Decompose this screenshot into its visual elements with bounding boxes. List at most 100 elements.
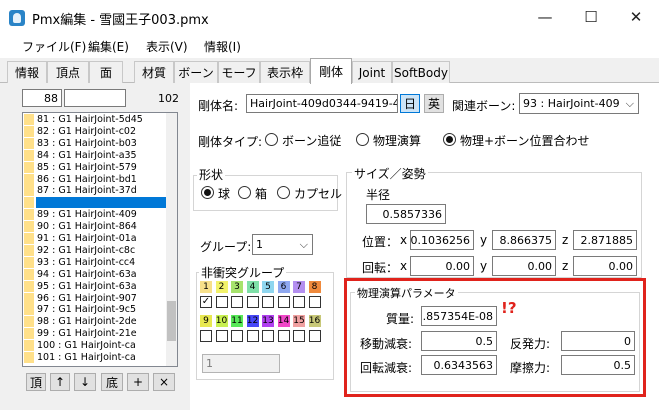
list-item[interactable]: 84 : G1 HairJoint-a35 <box>23 149 168 161</box>
close-button[interactable]: ✕ <box>614 0 658 34</box>
search-input[interactable] <box>64 89 126 107</box>
pos-z-input[interactable]: 2.871885 <box>573 230 637 250</box>
tab-bone[interactable]: ボーン <box>174 61 218 83</box>
list-scroll-thumb[interactable] <box>167 301 176 341</box>
shape-box-radio[interactable] <box>238 186 251 199</box>
list-item-marker <box>24 137 34 149</box>
list-item[interactable]: 93 : G1 HairJoint-cc4 <box>23 256 168 268</box>
list-item-marker <box>24 185 34 197</box>
tab-softbody[interactable]: SoftBody <box>392 61 450 83</box>
tab-morph[interactable]: モーフ <box>218 61 260 83</box>
list-item[interactable]: 99 : G1 HairJoint-21e <box>23 328 168 340</box>
nocollide-checkbox-12[interactable] <box>246 330 259 342</box>
nocollide-checkbox-14[interactable] <box>277 330 290 342</box>
nocollide-checkbox-15[interactable] <box>293 330 305 342</box>
list-item[interactable]: 91 : G1 HairJoint-01a <box>23 233 168 244</box>
list-item-marker <box>24 197 34 209</box>
minimize-button[interactable]: — <box>523 0 567 34</box>
nocollide-checkbox-4[interactable] <box>246 296 259 308</box>
nocollide-checkbox-8[interactable] <box>308 296 321 308</box>
pos-x-input[interactable]: 0.1036256 <box>410 230 474 250</box>
nocollide-checkbox-13[interactable] <box>262 330 274 342</box>
tab-info[interactable]: 情報 <box>7 61 47 83</box>
list-item[interactable]: 83 : G1 HairJoint-b03 <box>23 137 168 149</box>
list-item-marker <box>24 161 34 173</box>
nocollide-checkbox-7[interactable] <box>293 296 305 308</box>
list-item[interactable] <box>23 197 168 209</box>
nocollide-checkbox-16[interactable] <box>308 330 321 342</box>
shape-sphere-radio[interactable] <box>201 186 214 199</box>
list-item[interactable]: 82 : G1 HairJoint-c02 <box>23 125 168 137</box>
tab-face[interactable]: 面 <box>89 61 123 83</box>
menu-bar: ファイル(F) 編集(E) 表示(V) 情報(I) <box>0 34 659 58</box>
list-item[interactable]: 92 : G1 HairJoint-c8c <box>23 244 168 256</box>
tab-joint[interactable]: Joint <box>352 61 392 83</box>
group-color-1: 1 <box>200 281 212 293</box>
rot-x-input[interactable]: 0.00 <box>410 256 474 276</box>
move-bottom-button[interactable]: 底 <box>101 373 123 391</box>
list-item[interactable]: 90 : G1 HairJoint-864 <box>23 221 168 233</box>
list-item-marker <box>24 280 34 292</box>
group-color-3: 3 <box>231 281 243 293</box>
list-item[interactable]: 89 : G1 HairJoint-409 <box>23 209 168 221</box>
list-item[interactable]: 98 : G1 HairJoint-2de <box>23 316 168 328</box>
list-item-marker <box>24 149 34 161</box>
maximize-button[interactable]: ☐ <box>569 0 613 34</box>
group-color-7: 7 <box>293 281 305 293</box>
tab-rigid-body[interactable]: 剛体 <box>310 58 352 84</box>
rot-z-input[interactable]: 0.00 <box>573 256 637 276</box>
tab-vertex[interactable]: 頂点 <box>47 61 89 83</box>
nocollide-input[interactable]: 1 <box>202 354 280 373</box>
type-physics-radio[interactable] <box>356 133 369 146</box>
index-input[interactable]: 88 <box>22 89 62 107</box>
rigid-body-list[interactable]: 81 : G1 HairJoint-5d45 82 : G1 HairJoint-… <box>22 112 178 367</box>
add-button[interactable]: + <box>127 373 149 391</box>
menu-info[interactable]: 情報(I) <box>204 38 241 55</box>
menu-edit[interactable]: 編集(E) <box>88 38 129 55</box>
type-bone-follow-radio[interactable] <box>265 133 278 146</box>
list-item[interactable]: 100 : G1 HairJoint-ca <box>23 340 168 352</box>
nocollide-checkbox-6[interactable] <box>277 296 290 308</box>
list-item[interactable]: 85 : G1 HairJoint-579 <box>23 161 168 173</box>
nocollide-checkbox-9[interactable] <box>200 330 212 342</box>
list-item-label: 94 : G1 HairJoint-63a <box>37 268 137 280</box>
rot-z-label: z <box>562 259 569 273</box>
group-select[interactable]: 1 ⌵ <box>252 234 313 255</box>
english-name-button[interactable]: 英 <box>424 94 444 113</box>
pos-y-input[interactable]: 8.866375 <box>492 230 556 250</box>
list-item[interactable]: 81 : G1 HairJoint-5d45 <box>23 114 168 125</box>
nocollide-checkbox-1[interactable]: ✓ <box>200 296 212 308</box>
list-item[interactable]: 86 : G1 HairJoint-bd1 <box>23 173 168 185</box>
nocollide-checkbox-5[interactable] <box>262 296 274 308</box>
shape-capsule-radio[interactable] <box>277 186 290 199</box>
related-bone-select[interactable]: 93 : HairJoint-409 ⌵ <box>519 93 639 114</box>
move-up-button[interactable]: ↑ <box>50 373 70 391</box>
menu-view[interactable]: 表示(V) <box>146 38 188 55</box>
size-title: サイズ／姿勢 <box>352 165 428 182</box>
japanese-name-button[interactable]: 日 <box>400 94 420 113</box>
rigid-name-input[interactable]: HairJoint-409d0344-9419-4 <box>246 94 398 113</box>
menu-file[interactable]: ファイル(F) <box>22 38 86 55</box>
list-item-marker <box>24 256 34 268</box>
delete-button[interactable]: × <box>153 373 175 391</box>
list-item-marker <box>24 173 34 185</box>
list-item[interactable]: 96 : G1 HairJoint-907 <box>23 292 168 304</box>
type-physics-bone-radio[interactable] <box>443 133 456 146</box>
list-item[interactable]: 101 : G1 HairJoint-ca <box>23 352 168 363</box>
nocollide-checkbox-11[interactable] <box>231 330 243 342</box>
list-item[interactable]: 95 : G1 HairJoint-63a <box>23 280 168 292</box>
list-item[interactable]: 97 : G1 HairJoint-9c5 <box>23 304 168 316</box>
list-item[interactable]: 94 : G1 HairJoint-63a <box>23 268 168 280</box>
move-down-button[interactable]: ↓ <box>74 373 96 391</box>
tab-material[interactable]: 材質 <box>134 61 174 83</box>
radius-input[interactable]: 0.5857336 <box>366 204 446 224</box>
move-top-button[interactable]: 頂 <box>26 373 46 391</box>
nocollide-checkbox-10[interactable] <box>215 330 228 342</box>
list-item-label: 86 : G1 HairJoint-bd1 <box>37 173 137 185</box>
nocollide-checkbox-2[interactable] <box>215 296 228 308</box>
list-scrollbar[interactable] <box>166 113 177 366</box>
nocollide-checkbox-3[interactable] <box>231 296 243 308</box>
tab-display-frame[interactable]: 表示枠 <box>260 61 310 83</box>
rot-y-input[interactable]: 0.00 <box>492 256 556 276</box>
list-item[interactable]: 87 : G1 HairJoint-37d <box>23 185 168 197</box>
